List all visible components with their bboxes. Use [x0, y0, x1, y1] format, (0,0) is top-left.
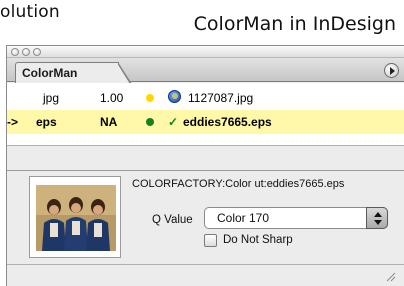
q-value: 1.00	[100, 91, 124, 105]
do-not-sharp-checkbox[interactable]	[204, 234, 217, 247]
tab-label: ColorMan	[22, 66, 78, 80]
panel-divider[interactable]	[7, 170, 404, 171]
file-name: eddies7665.eps	[183, 115, 272, 129]
caption-title: ColorMan in InDesign	[193, 13, 396, 35]
preview-thumbnail	[36, 185, 116, 251]
q-value: NA	[100, 115, 118, 129]
minimize-button[interactable]	[22, 48, 30, 56]
file-path: COLORFACTORY:Color ut:eddies7665.eps	[132, 178, 345, 190]
q-value-label: Q Value	[152, 214, 193, 226]
palette-menu-button[interactable]	[384, 63, 399, 78]
check-icon: ✓	[168, 115, 179, 129]
file-name: 1127087.jpg	[188, 91, 254, 105]
updown-arrows-icon	[366, 207, 388, 229]
file-type: jpg	[43, 91, 60, 105]
globe-icon	[168, 90, 181, 103]
caption-left: olution	[0, 2, 60, 22]
status-dot-green	[146, 118, 154, 126]
list-item-selected[interactable]: -> eps NA ✓ eddies7665.eps	[7, 110, 404, 134]
tab-strip: ColorMan	[7, 58, 404, 84]
zoom-button[interactable]	[33, 48, 41, 56]
tab-colorman[interactable]: ColorMan	[15, 62, 132, 84]
colorman-palette: ColorMan jpg 1.00 1127087.jpg -> eps NA …	[6, 45, 404, 286]
status-dot-yellow	[146, 94, 154, 102]
list-empty-area	[7, 146, 404, 170]
q-value-selected: Color 170	[217, 211, 270, 225]
file-list: jpg 1.00 1127087.jpg -> eps NA ✓ eddies7…	[7, 83, 404, 145]
do-not-sharp-label[interactable]: Do Not Sharp	[223, 234, 293, 246]
close-button[interactable]	[11, 48, 19, 56]
current-arrow: ->	[7, 115, 19, 129]
list-item[interactable]: jpg 1.00 1127087.jpg	[7, 86, 404, 110]
palette-titlebar[interactable]	[7, 46, 404, 58]
resize-grip-icon[interactable]	[384, 270, 396, 282]
image-preview	[29, 176, 121, 258]
file-type: eps	[36, 115, 57, 129]
q-value-select[interactable]: Color 170	[204, 207, 388, 229]
